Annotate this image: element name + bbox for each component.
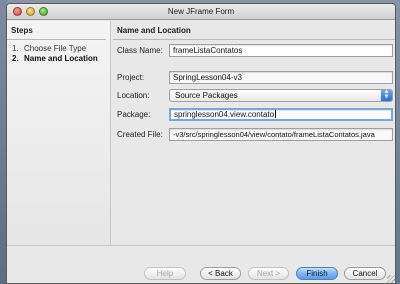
project-label: Project: — [117, 72, 145, 82]
project-row: Project: SpringLesson04-v3 — [117, 70, 393, 84]
project-field[interactable]: SpringLesson04-v3 — [169, 70, 393, 84]
panel-heading: Name and Location — [113, 21, 395, 40]
package-label: Package: — [117, 109, 151, 119]
finish-button[interactable]: Finish — [296, 267, 338, 280]
zoom-window-icon[interactable] — [39, 7, 48, 16]
step-label: Choose File Type — [24, 44, 87, 53]
new-jframe-form-dialog: New JFrame Form Steps 1. Choose File Typ… — [6, 3, 396, 284]
created-file-label: Created File: — [117, 129, 163, 139]
class-name-field[interactable]: frameListaContatos — [169, 43, 393, 57]
created-file-row: Created File: -v3/src/springlesson04/vie… — [117, 127, 393, 141]
next-button[interactable]: Next > — [248, 267, 289, 280]
name-and-location-panel: Name and Location Class Name: frameLista… — [113, 21, 395, 245]
class-name-row: Class Name: frameListaContatos — [117, 43, 393, 57]
steps-heading: Steps — [7, 21, 106, 40]
class-name-label: Class Name: — [117, 45, 163, 55]
resize-grip-icon[interactable] — [387, 275, 395, 283]
steps-panel: Steps 1. Choose File Type 2. Name and Lo… — [7, 21, 111, 245]
location-label: Location: — [117, 90, 150, 100]
text-cursor — [275, 110, 277, 119]
package-value: springlesson04.view.contato — [174, 109, 275, 119]
package-row: Package: springlesson04.view.contato — [117, 107, 393, 121]
window-title: New JFrame Form — [167, 7, 235, 16]
back-button[interactable]: < Back — [200, 267, 241, 280]
close-window-icon[interactable] — [13, 7, 22, 16]
step-label: Name and Location — [24, 54, 98, 63]
step-choose-file-type: 1. Choose File Type — [7, 44, 110, 54]
package-combobox[interactable]: springlesson04.view.contato — [169, 107, 393, 121]
cancel-button[interactable]: Cancel — [344, 267, 386, 280]
created-file-field[interactable]: -v3/src/springlesson04/view/contato/fram… — [169, 127, 393, 141]
step-number: 1. — [12, 44, 19, 53]
location-row: Location: Source Packages ▲ ▼ — [117, 88, 393, 102]
help-button[interactable]: Help — [144, 267, 186, 280]
minimize-window-icon[interactable] — [26, 7, 35, 16]
title-bar[interactable]: New JFrame Form — [7, 4, 395, 20]
location-selected-value: Source Packages — [175, 90, 238, 100]
step-name-and-location: 2. Name and Location — [7, 54, 110, 64]
location-dropdown[interactable]: Source Packages ▲ ▼ — [169, 88, 393, 102]
step-number: 2. — [12, 54, 19, 63]
dialog-button-bar: Help < Back Next > Finish Cancel — [7, 245, 395, 283]
dropdown-arrows-icon[interactable]: ▲ ▼ — [381, 89, 392, 101]
